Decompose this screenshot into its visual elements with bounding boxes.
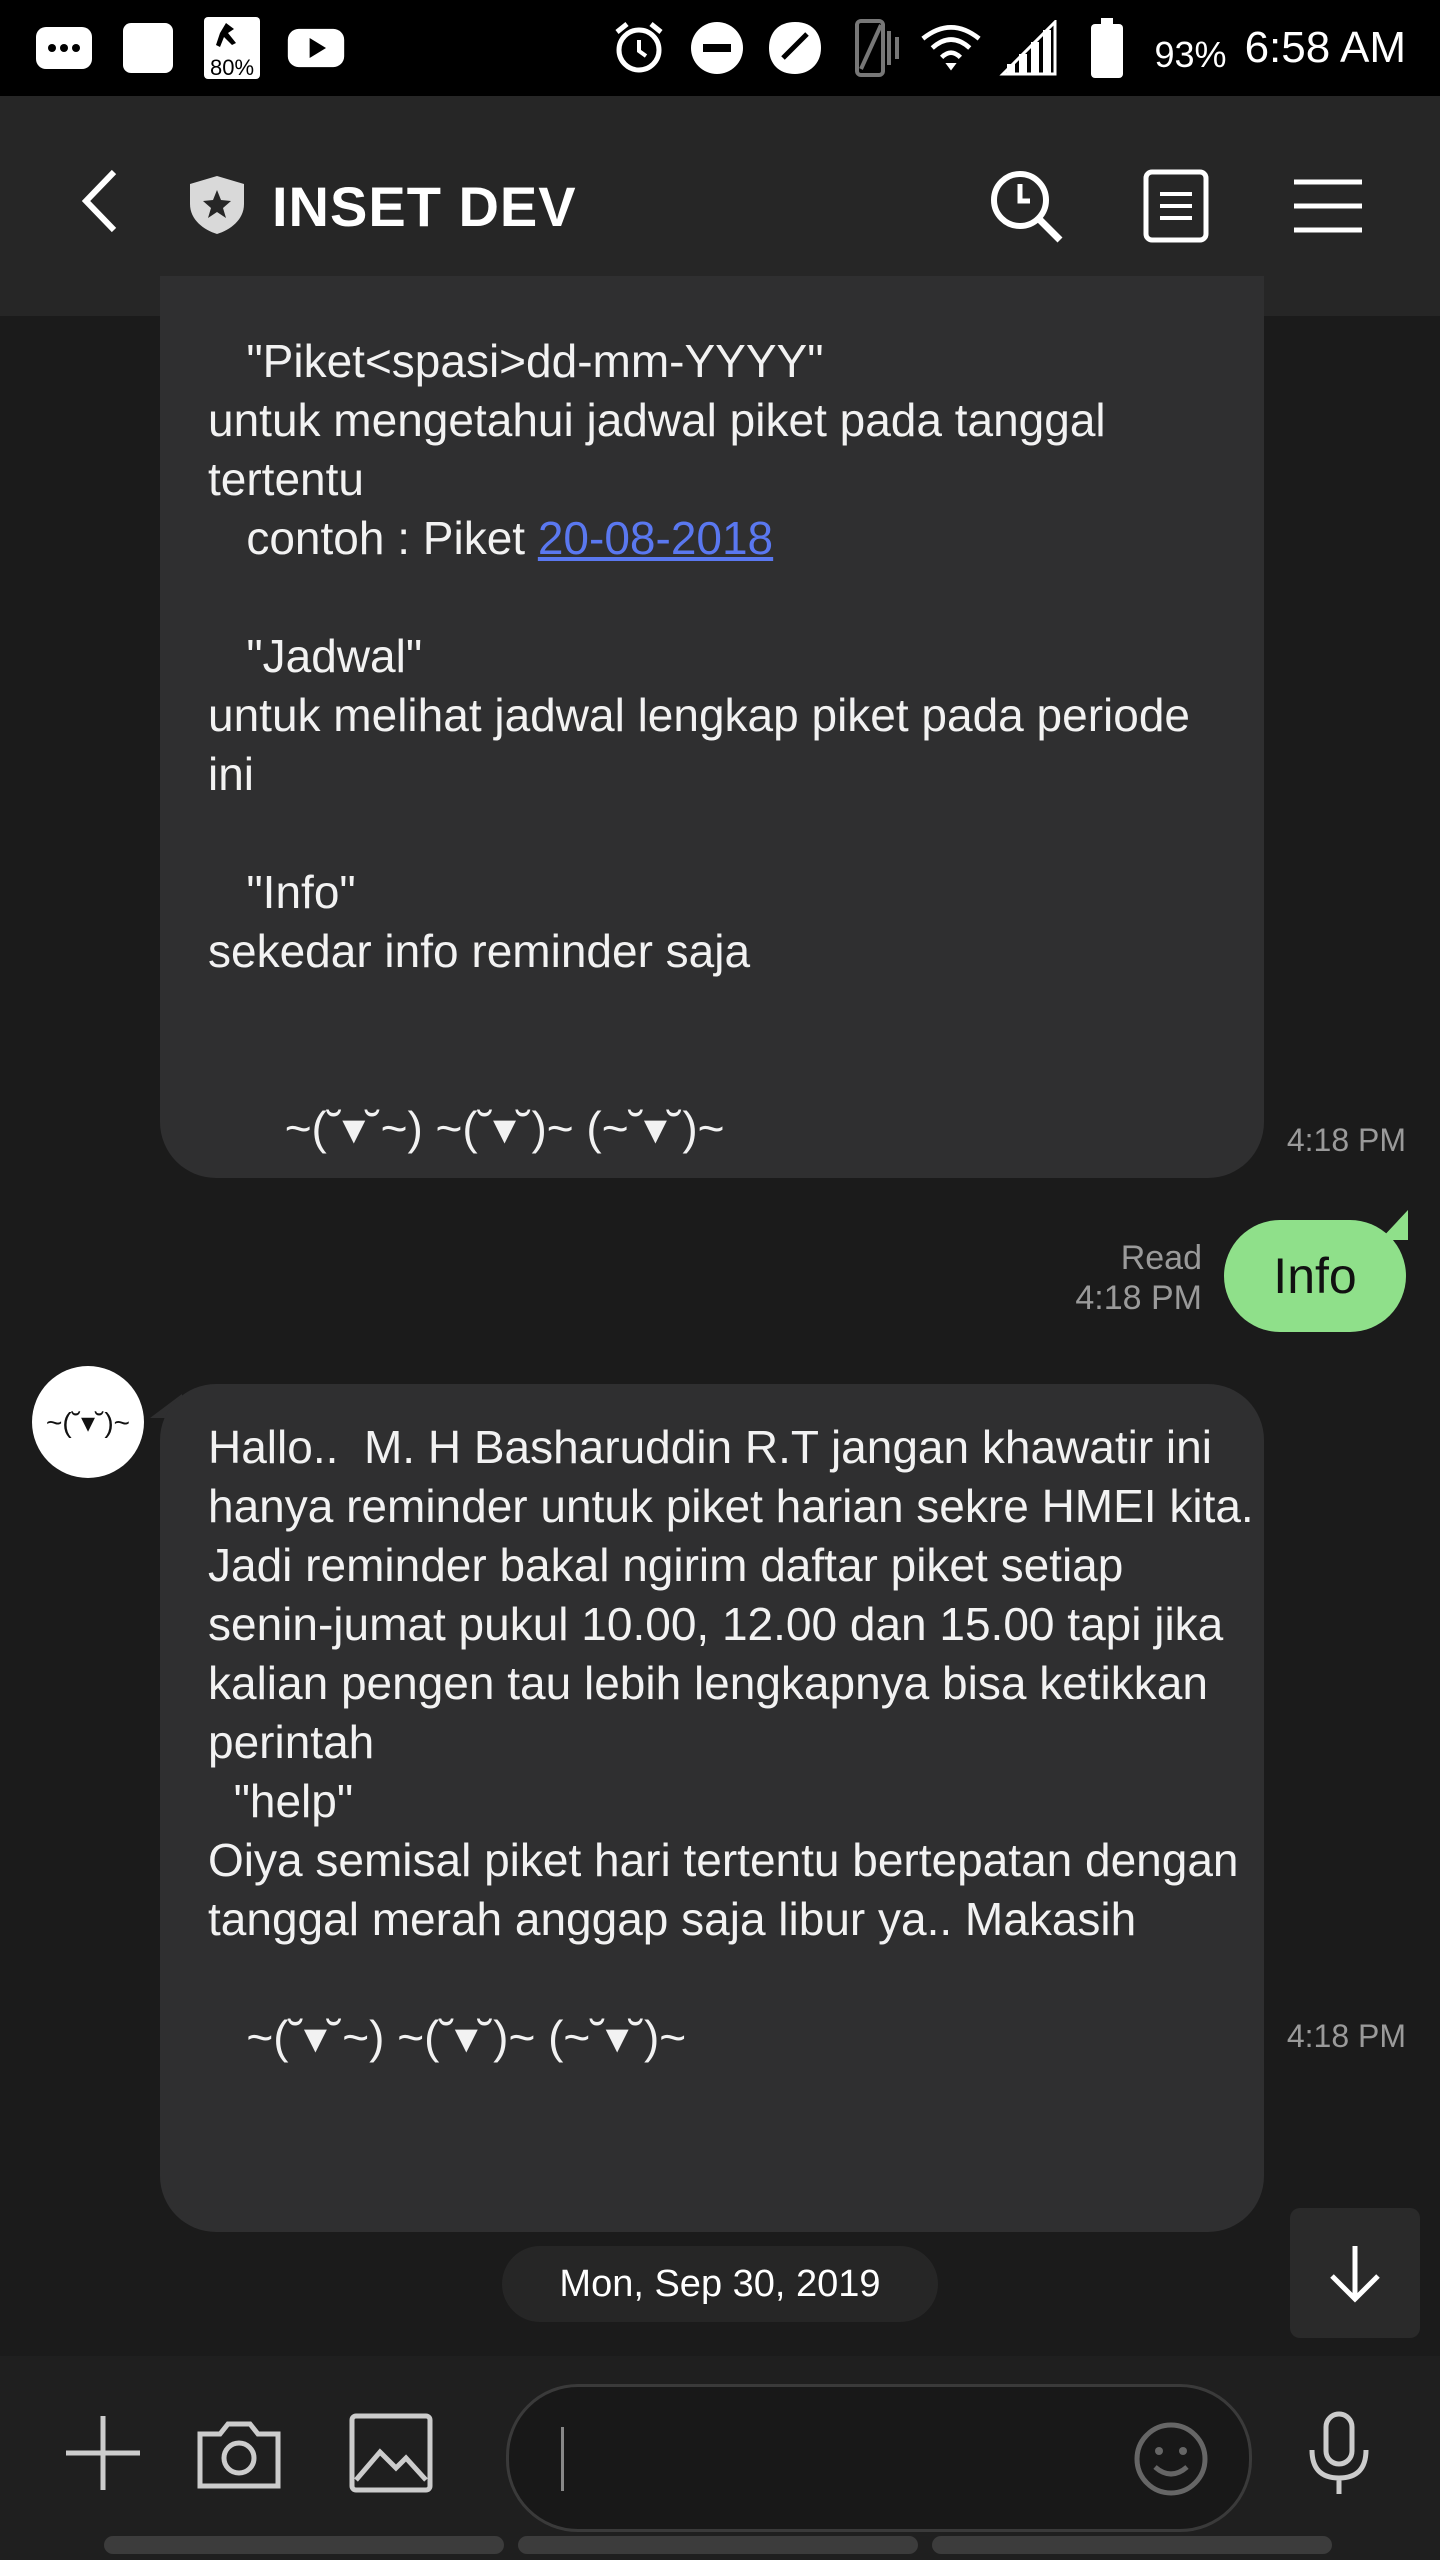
message-time: 4:18 PM <box>1075 1279 1202 1317</box>
nav-handle <box>518 2536 918 2554</box>
shield-star-icon <box>186 174 248 236</box>
menu-button[interactable] <box>1288 166 1368 246</box>
message-input[interactable] <box>506 2384 1252 2532</box>
outgoing-message[interactable]: Info <box>1224 1220 1406 1332</box>
notes-button[interactable] <box>1136 166 1216 246</box>
avatar[interactable]: ~(˘▾˘)~ <box>32 1366 144 1478</box>
battery-percent: 93% <box>1154 34 1227 75</box>
add-button[interactable] <box>58 2408 148 2498</box>
image-button[interactable] <box>346 2408 436 2498</box>
date-separator: Mon, Sep 30, 2019 <box>502 2246 938 2322</box>
text-caret <box>561 2427 564 2491</box>
microphone-icon <box>1309 2411 1369 2494</box>
arrow-down-icon <box>1330 2246 1380 2303</box>
message-text: "Piket<spasi>dd-mm-YYYY" untuk mengetahu… <box>208 335 1190 1154</box>
composer <box>0 2356 1440 2560</box>
svg-text:80%: 80% <box>210 55 254 80</box>
battery-icon <box>1077 18 1137 78</box>
emoji-icon <box>1134 2422 1208 2496</box>
message-text: Hallo.. M. H Basharuddin R.T jangan khaw… <box>208 1421 1254 2063</box>
chat-title: INSET DEV <box>272 175 577 238</box>
chevron-left-icon <box>81 169 117 233</box>
incoming-message[interactable]: Hallo.. M. H Basharuddin R.T jangan khaw… <box>160 1384 1264 2232</box>
app-icon <box>765 22 825 74</box>
menu-icon <box>1294 179 1362 233</box>
camera-icon <box>197 2421 281 2489</box>
message-time: 4:18 PM <box>1286 1122 1406 1158</box>
data-80-icon: 80% <box>202 17 262 80</box>
nav-handle <box>932 2536 1332 2554</box>
vibrate-icon <box>843 19 903 77</box>
search-button[interactable] <box>986 166 1066 246</box>
status-bar: 80% 93% 6:58 AM <box>0 0 1440 96</box>
emoji-button[interactable] <box>1131 2419 1211 2499</box>
message-time: 4:18 PM <box>1286 2018 1406 2054</box>
date-link[interactable]: 20-08-2018 <box>538 512 773 564</box>
scroll-to-bottom-button[interactable] <box>1290 2208 1420 2338</box>
read-status: Read <box>1120 1239 1202 1277</box>
search-icon <box>991 171 1063 243</box>
dnd-icon <box>687 22 747 74</box>
notes-icon <box>1143 169 1209 243</box>
messages-icon <box>34 22 94 74</box>
incoming-message[interactable]: "Piket<spasi>dd-mm-YYYY" untuk mengetahu… <box>160 276 1264 1178</box>
youtube-icon <box>286 22 346 74</box>
clock: 6:58 AM <box>1244 23 1406 72</box>
image-icon <box>349 2413 433 2493</box>
message-meta: Read 4:18 PM <box>1040 1238 1202 1318</box>
alarm-icon <box>609 22 669 74</box>
back-button[interactable] <box>70 166 140 236</box>
chat-area[interactable]: "Piket<spasi>dd-mm-YYYY" untuk mengetahu… <box>0 276 1440 2356</box>
nav-handle <box>104 2536 504 2554</box>
signal-icon <box>998 20 1059 76</box>
camera-button[interactable] <box>194 2408 284 2498</box>
voice-button[interactable] <box>1294 2408 1384 2498</box>
square-app-icon <box>118 22 178 74</box>
wifi-icon <box>920 22 981 74</box>
plus-icon <box>66 2416 140 2490</box>
